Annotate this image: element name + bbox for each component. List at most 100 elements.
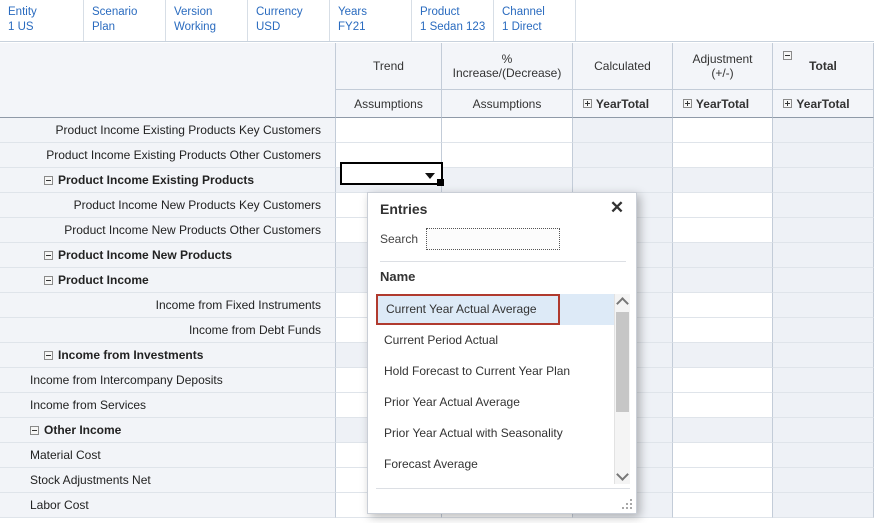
column-header-increase-decrease[interactable]: %Increase/(Decrease) [442, 43, 573, 90]
column-subheader-assumptions[interactable]: Assumptions [336, 90, 442, 118]
grid-cell[interactable] [673, 493, 773, 518]
column-subheader-yeartotal[interactable]: YearTotal [773, 90, 874, 118]
collapse-icon[interactable] [44, 176, 53, 185]
grid-cell[interactable] [673, 268, 773, 293]
column-header-calculated[interactable]: Calculated [573, 43, 673, 90]
expand-icon[interactable] [783, 99, 792, 108]
grid-cell[interactable] [773, 218, 874, 243]
grid-cell[interactable] [773, 443, 874, 468]
grid-cell[interactable] [442, 143, 573, 168]
row-header[interactable]: Stock Adjustments Net [0, 468, 336, 493]
collapse-icon[interactable] [44, 276, 53, 285]
grid-cell[interactable] [673, 293, 773, 318]
grid-cell[interactable] [773, 168, 874, 193]
row-header[interactable]: Product Income New Products Other Custom… [0, 218, 336, 243]
grid-cell[interactable] [773, 468, 874, 493]
list-item[interactable]: Hold Forecast to Current Year Plan [376, 356, 614, 387]
pov-item-years[interactable]: YearsFY21 [330, 0, 412, 41]
search-input[interactable] [426, 228, 560, 250]
grid-cell[interactable] [336, 118, 442, 143]
collapse-icon[interactable] [783, 51, 792, 60]
grid-cell[interactable] [773, 418, 874, 443]
column-header-trend[interactable]: Trend [336, 43, 442, 90]
pov-item-scenario[interactable]: ScenarioPlan [84, 0, 166, 41]
scrollbar-thumb[interactable] [616, 312, 629, 412]
row-header[interactable]: Labor Cost [0, 493, 336, 518]
expand-icon[interactable] [683, 99, 692, 108]
resize-grip-icon[interactable] [621, 498, 633, 510]
grid-cell[interactable] [673, 443, 773, 468]
active-cell-trend-dropdown[interactable] [340, 162, 443, 185]
grid-cell[interactable] [673, 318, 773, 343]
grid-cell[interactable] [573, 143, 673, 168]
grid-cell[interactable] [773, 393, 874, 418]
row-header[interactable]: Product Income Existing Products Other C… [0, 143, 336, 168]
grid-cell[interactable] [573, 118, 673, 143]
grid-cell[interactable] [773, 243, 874, 268]
list-item[interactable]: Prior Year Actual Average [376, 387, 614, 418]
grid-cell[interactable] [773, 268, 874, 293]
row-header[interactable]: Income from Fixed Instruments [0, 293, 336, 318]
grid-cell[interactable] [773, 493, 874, 518]
grid-cell[interactable] [673, 118, 773, 143]
row-header[interactable]: Income from Debt Funds [0, 318, 336, 343]
row-header[interactable]: Product Income Existing Products Key Cus… [0, 118, 336, 143]
grid-cell[interactable] [673, 218, 773, 243]
pov-item-channel[interactable]: Channel1 Direct [494, 0, 576, 41]
grid-cell[interactable] [673, 168, 773, 193]
grid-cell[interactable] [573, 168, 673, 193]
list-item[interactable]: Forecast Average [376, 449, 614, 480]
list-item[interactable]: Current Period Actual [376, 325, 614, 356]
column-header-label: Trend [373, 59, 404, 73]
pov-item-currency[interactable]: CurrencyUSD [248, 0, 330, 41]
row-header[interactable]: Income from Investments [0, 343, 336, 368]
grid-cell[interactable] [673, 468, 773, 493]
fill-handle[interactable] [437, 179, 444, 186]
grid-cell[interactable] [442, 168, 573, 193]
pov-dimension-label: Years [338, 5, 411, 20]
row-header[interactable]: Income from Intercompany Deposits [0, 368, 336, 393]
grid-cell[interactable] [773, 368, 874, 393]
expand-icon[interactable] [583, 99, 592, 108]
grid-cell[interactable] [673, 143, 773, 168]
grid-cell[interactable] [773, 193, 874, 218]
column-header-adjustment[interactable]: Adjustment(+/-) [673, 43, 773, 90]
column-subheader-assumptions[interactable]: Assumptions [442, 90, 573, 118]
row-header[interactable]: Material Cost [0, 443, 336, 468]
collapse-icon[interactable] [30, 426, 39, 435]
grid-cell[interactable] [442, 118, 573, 143]
grid-cell[interactable] [673, 343, 773, 368]
pov-item-version[interactable]: VersionWorking [166, 0, 248, 41]
scroll-down-icon[interactable] [615, 468, 630, 484]
row-header[interactable]: Product Income Existing Products [0, 168, 336, 193]
entries-list-scrollbar[interactable] [614, 294, 630, 484]
grid-cell[interactable] [673, 193, 773, 218]
grid-cell[interactable] [673, 393, 773, 418]
list-item[interactable]: Prior Year Actual with Seasonality [376, 418, 614, 449]
grid-cell[interactable] [773, 143, 874, 168]
grid-cell[interactable] [773, 293, 874, 318]
row-header[interactable]: Income from Services [0, 393, 336, 418]
collapse-icon[interactable] [44, 251, 53, 260]
column-subheader-yeartotal[interactable]: YearTotal [673, 90, 773, 118]
row-header[interactable]: Product Income New Products Key Customer… [0, 193, 336, 218]
row-header[interactable]: Product Income [0, 268, 336, 293]
close-icon[interactable]: ✕ [608, 199, 626, 217]
pov-dimension-label: Entity [8, 5, 83, 20]
column-header-total[interactable]: Total [773, 43, 874, 90]
collapse-icon[interactable] [44, 351, 53, 360]
list-item[interactable]: Current Year Actual Average [376, 294, 560, 325]
grid-cell[interactable] [773, 343, 874, 368]
grid-cell[interactable] [773, 318, 874, 343]
grid-cell[interactable] [673, 418, 773, 443]
pov-item-product[interactable]: Product1 Sedan 123 [412, 0, 494, 41]
row-header[interactable]: Product Income New Products [0, 243, 336, 268]
grid-cell[interactable] [773, 118, 874, 143]
row-header[interactable]: Other Income [0, 418, 336, 443]
grid-cell[interactable] [673, 243, 773, 268]
column-subheader-yeartotal[interactable]: YearTotal [573, 90, 673, 118]
scroll-up-icon[interactable] [615, 294, 630, 310]
grid-cell[interactable] [673, 368, 773, 393]
pov-item-entity[interactable]: Entity1 US [0, 0, 84, 41]
chevron-down-icon[interactable] [425, 173, 435, 179]
